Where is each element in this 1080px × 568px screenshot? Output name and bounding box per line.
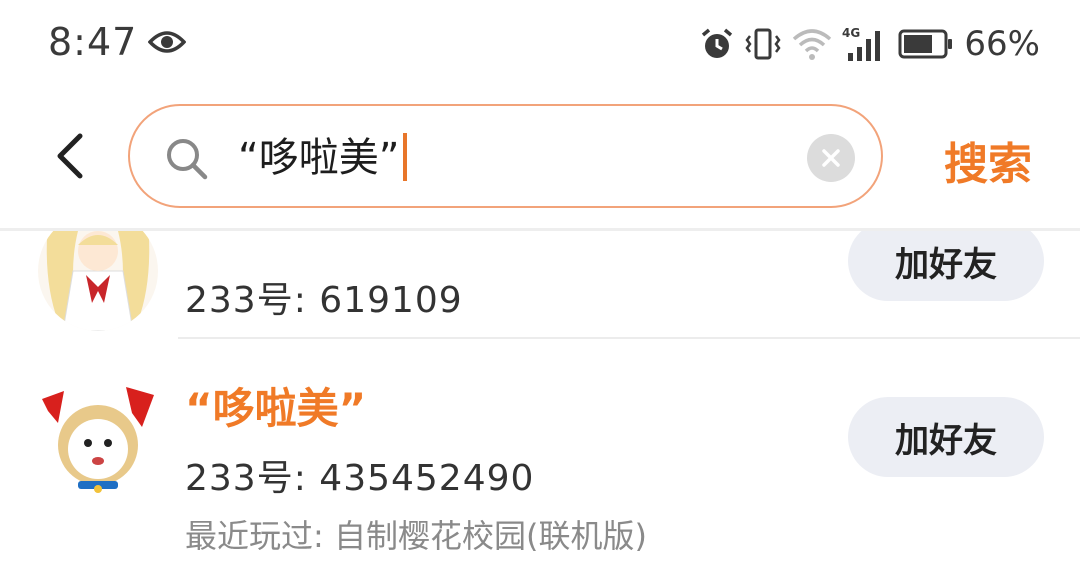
add-friend-button[interactable]: 加好友 [848, 397, 1044, 477]
status-time: 8:47 [48, 20, 138, 64]
signal-icon: 4G [842, 26, 881, 61]
search-button[interactable]: 搜索 [944, 128, 1032, 192]
divider [178, 337, 1080, 339]
battery-percent: 66% [964, 24, 1040, 64]
text-cursor [403, 133, 408, 181]
search-bar: “哆啦美” 搜索 [0, 100, 1080, 215]
status-bar: 8:47 4G 66% [0, 0, 1080, 90]
svg-text:4G: 4G [842, 26, 860, 40]
avatar [38, 231, 158, 331]
search-input[interactable]: “哆啦美” [128, 104, 883, 208]
battery-icon [898, 29, 953, 59]
eye-icon [148, 31, 186, 53]
user-name: “哆啦美” [185, 384, 367, 433]
search-query[interactable]: “哆啦美” [238, 132, 408, 184]
clear-button[interactable] [807, 134, 855, 182]
recent-played: 最近玩过: 自制樱花校园(联机版) [185, 517, 647, 555]
vibrate-icon [745, 28, 781, 60]
status-icons: 4G 66% [700, 22, 1040, 66]
search-icon [167, 139, 208, 180]
user-id: 233号: 435452490 [185, 458, 535, 499]
result-list: 233号: 619109 加好友 “哆啦美” 233号: 435452490 最… [0, 231, 1080, 568]
user-id: 233号: 619109 [185, 280, 463, 321]
back-arrow-icon[interactable] [52, 132, 88, 180]
wifi-icon [793, 29, 832, 60]
avatar [38, 377, 158, 497]
alarm-icon [702, 28, 733, 58]
close-icon [822, 149, 840, 167]
list-item[interactable]: 233号: 619109 加好友 [0, 231, 1080, 339]
list-item[interactable]: “哆啦美” 233号: 435452490 最近玩过: 自制樱花校园(联机版) … [0, 343, 1080, 568]
add-friend-button[interactable]: 加好友 [848, 231, 1044, 301]
